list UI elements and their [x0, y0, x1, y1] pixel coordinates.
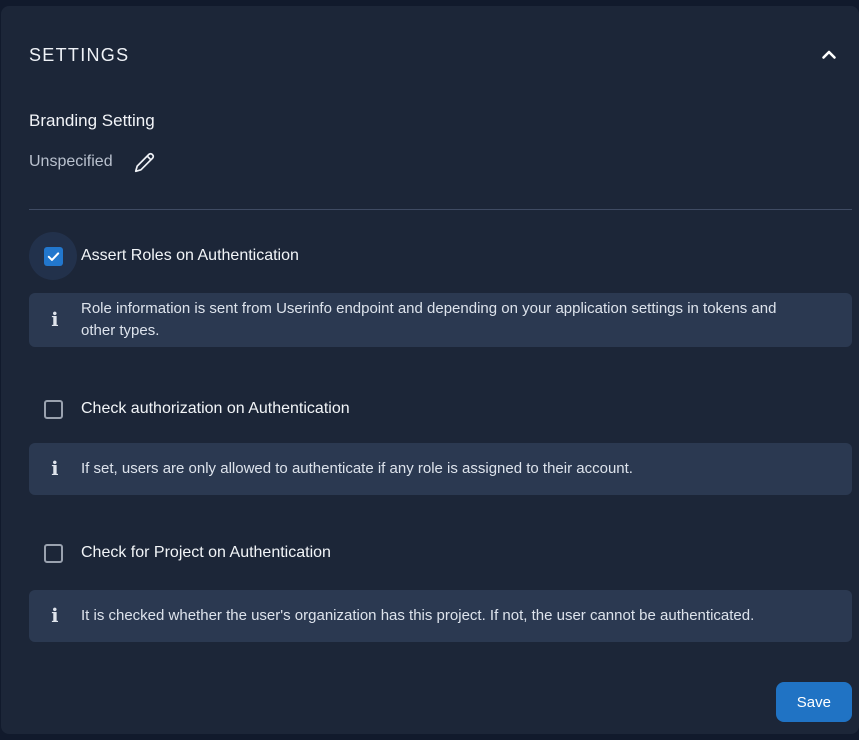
divider	[29, 209, 852, 210]
check-authorization-checkbox[interactable]	[44, 400, 63, 419]
checkmark-icon	[46, 249, 61, 264]
check-authorization-info-box: ℹ If set, users are only allowed to auth…	[29, 443, 852, 495]
checkbox-halo	[29, 232, 77, 280]
setting-row-check-authorization: Check authorization on Authentication	[29, 385, 852, 433]
check-project-info-text: It is checked whether the user's organiz…	[81, 605, 754, 627]
edit-branding-button[interactable]	[131, 148, 159, 176]
assert-roles-info-text: Role information is sent from Userinfo e…	[81, 298, 781, 342]
setting-row-assert-roles: Assert Roles on Authentication	[29, 232, 852, 280]
branding-value: Unspecified	[29, 153, 113, 171]
info-icon: ℹ	[29, 311, 81, 330]
branding-value-row: Unspecified	[29, 148, 852, 176]
check-project-label[interactable]: Check for Project on Authentication	[81, 544, 331, 562]
setting-row-check-project: Check for Project on Authentication	[29, 529, 852, 577]
page-title: SETTINGS	[29, 43, 129, 67]
assert-roles-info-box: ℹ Role information is sent from Userinfo…	[29, 293, 852, 347]
collapse-panel-button[interactable]	[816, 42, 842, 68]
check-project-checkbox[interactable]	[44, 544, 63, 563]
info-icon: ℹ	[29, 460, 81, 479]
assert-roles-checkbox[interactable]	[44, 247, 63, 266]
info-icon: ℹ	[29, 607, 81, 626]
settings-card-header: SETTINGS	[29, 42, 852, 68]
checkbox-halo	[29, 385, 77, 433]
page-background: SETTINGS Branding Setting Unspecified	[0, 0, 859, 740]
settings-card: SETTINGS Branding Setting Unspecified	[1, 6, 859, 734]
check-authorization-info-text: If set, users are only allowed to authen…	[81, 458, 633, 480]
pencil-icon	[131, 149, 158, 176]
chevron-up-icon	[817, 43, 841, 67]
branding-setting-heading: Branding Setting	[29, 110, 852, 132]
save-button[interactable]: Save	[776, 682, 852, 722]
check-authorization-label[interactable]: Check authorization on Authentication	[81, 400, 350, 418]
checkbox-halo	[29, 529, 77, 577]
check-project-info-box: ℹ It is checked whether the user's organ…	[29, 590, 852, 642]
assert-roles-label[interactable]: Assert Roles on Authentication	[81, 247, 299, 265]
